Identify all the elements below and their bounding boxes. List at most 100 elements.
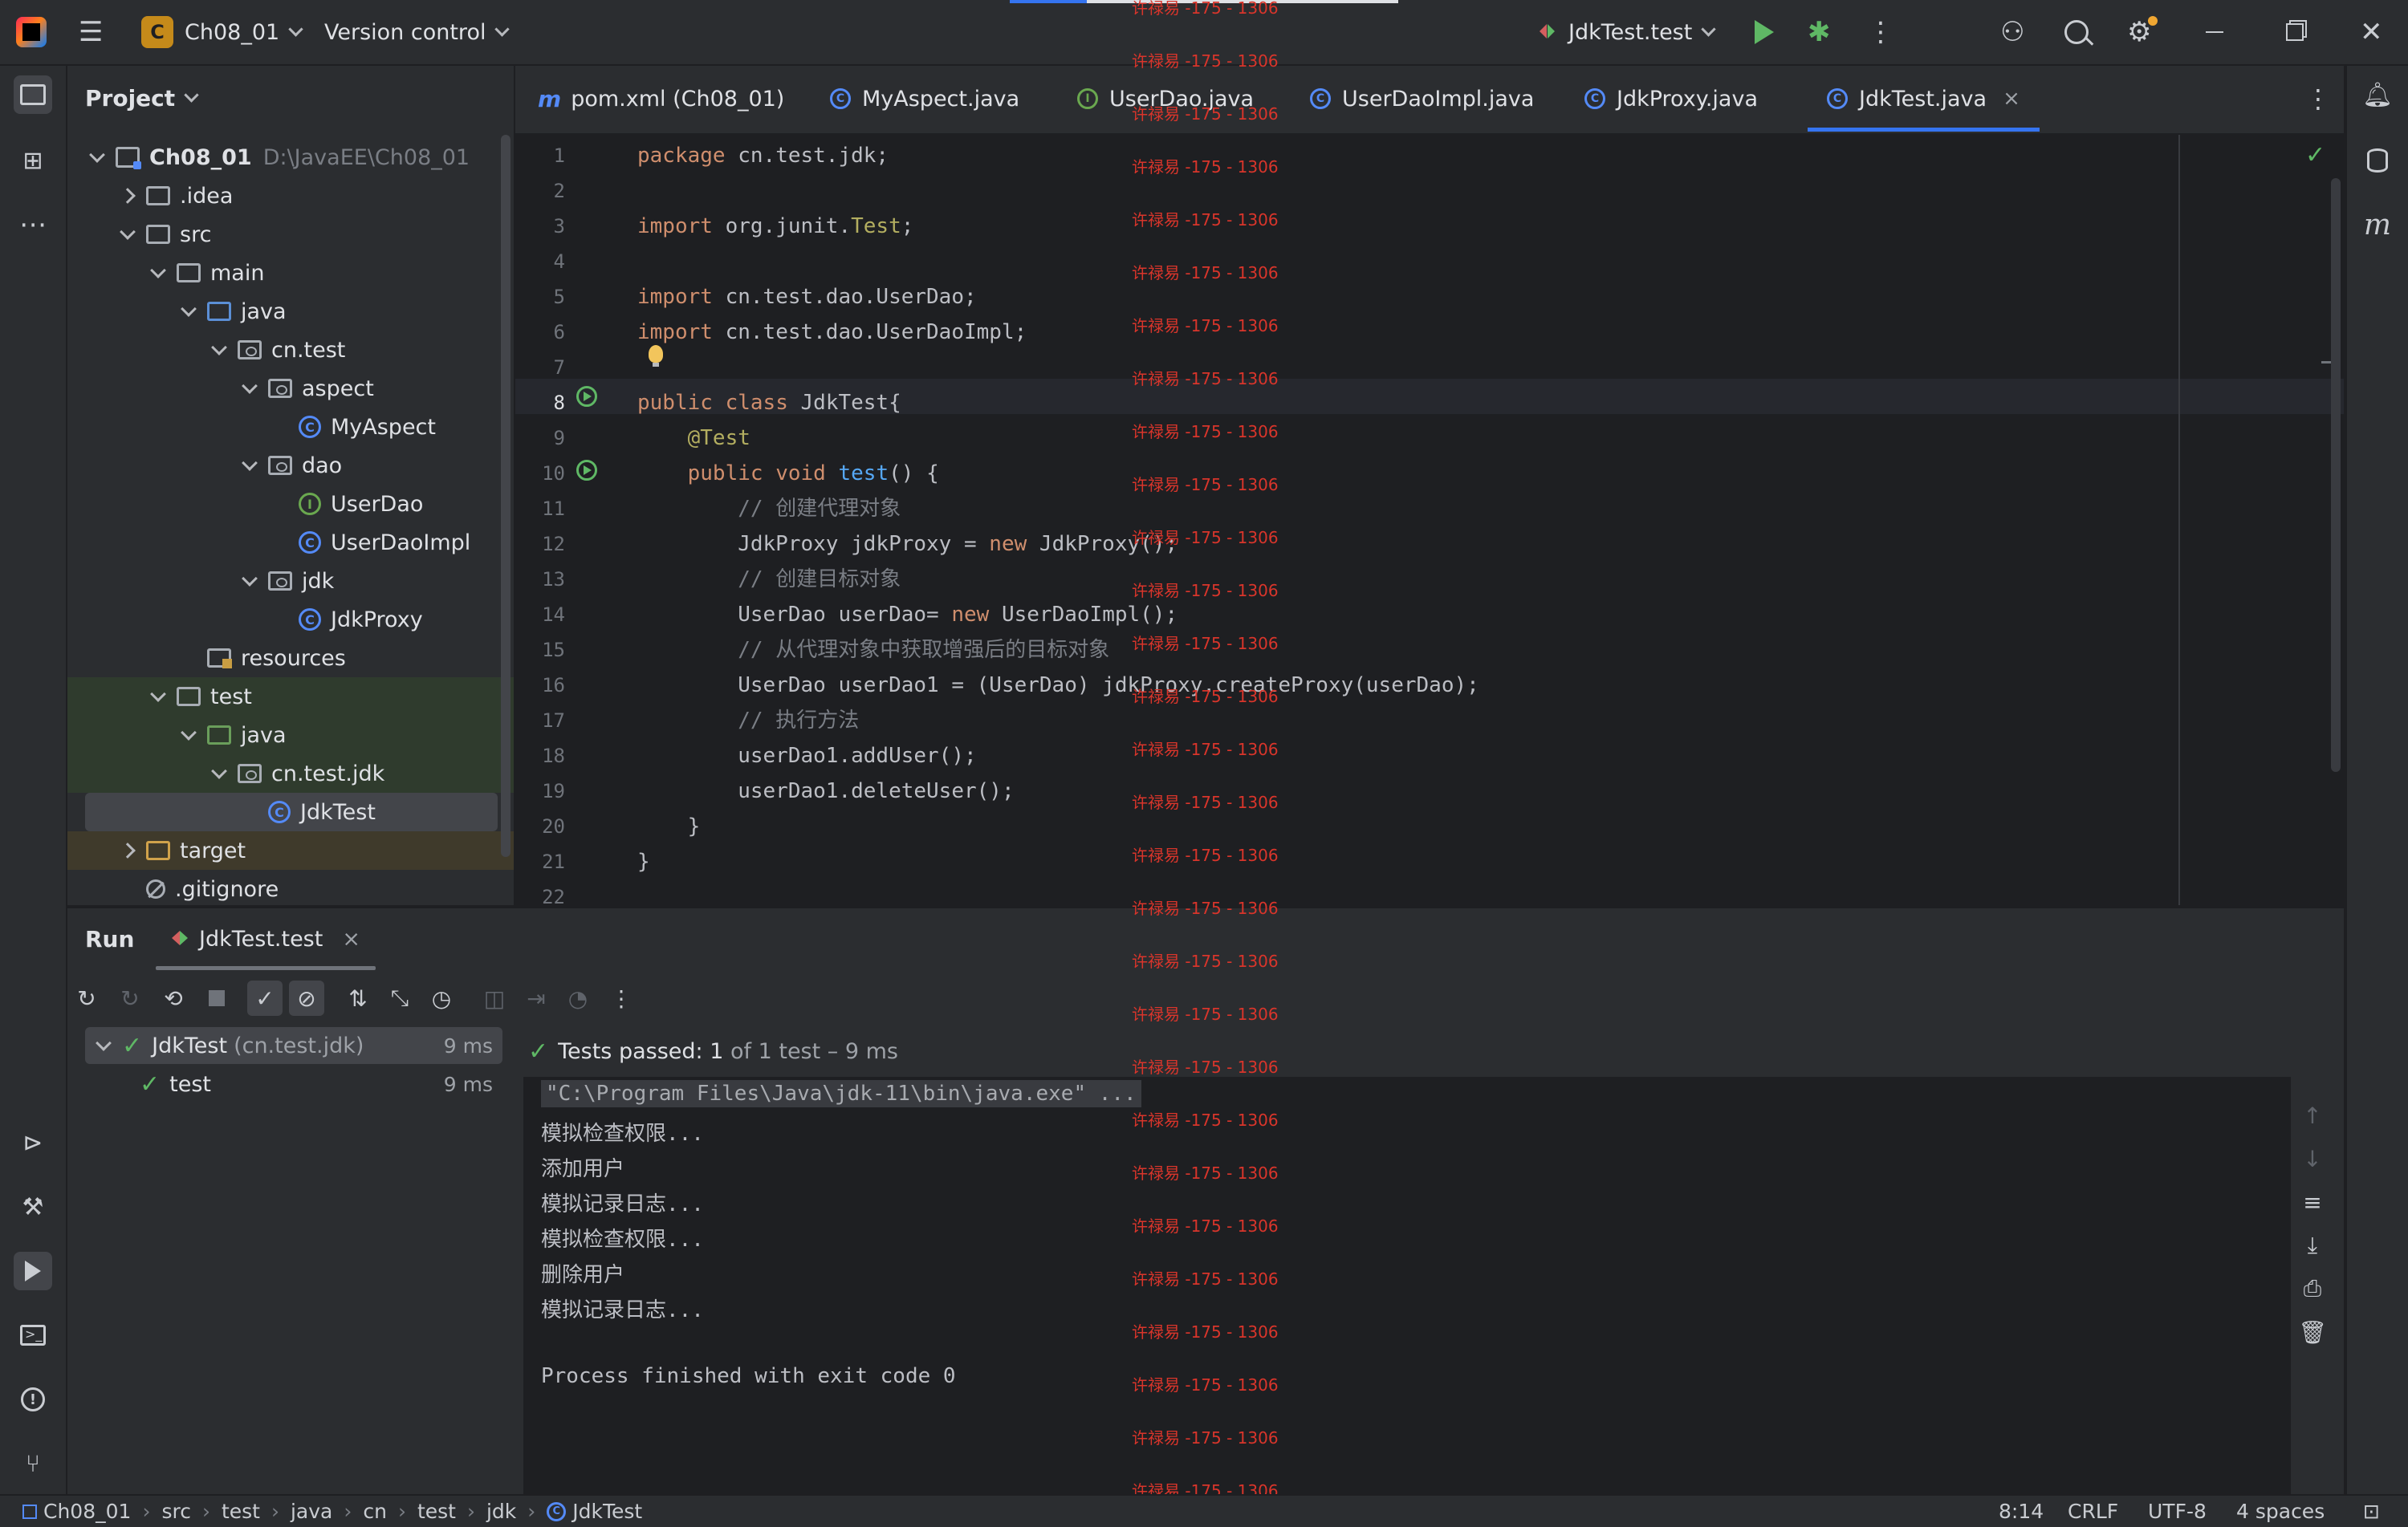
tree-item[interactable]: test xyxy=(67,677,514,716)
code-line[interactable]: public class JdkTest{ xyxy=(637,385,901,420)
code-line[interactable]: userDao1.deleteUser(); xyxy=(637,774,1014,809)
stop-button[interactable] xyxy=(199,981,234,1016)
toggle-auto-test-button[interactable]: ⟲ xyxy=(156,981,191,1016)
code-line[interactable]: @Test xyxy=(637,420,750,456)
code-line[interactable]: } xyxy=(637,844,650,879)
code-line[interactable]: // 创建目标对象 xyxy=(637,562,901,597)
close-tab-icon[interactable]: × xyxy=(342,927,360,952)
test-result-item[interactable]: ✓ test 9 ms xyxy=(85,1066,502,1103)
console-output[interactable]: "C:\Program Files\Java\jdk-11\bin\java.e… xyxy=(523,1077,2291,1494)
editor-tab[interactable]: C JdkTest.java × xyxy=(1808,66,2040,132)
caret-position[interactable]: 8:14 xyxy=(1999,1496,2044,1527)
import-button[interactable]: ⇥ xyxy=(519,981,554,1016)
code-line[interactable]: // 执行方法 xyxy=(637,703,859,738)
chevron-down-icon[interactable] xyxy=(239,462,260,469)
tree-item[interactable]: .gitignore xyxy=(67,870,514,908)
chevron-down-icon[interactable] xyxy=(178,308,199,315)
chevron-down-icon[interactable] xyxy=(209,347,230,353)
code-line[interactable]: package cn.test.jdk; xyxy=(637,138,889,173)
breadcrumb-item[interactable]: java xyxy=(291,1500,332,1523)
history-button[interactable]: ◷ xyxy=(424,981,459,1016)
debug-button[interactable]: ✱ xyxy=(1808,0,1831,64)
chevron-down-icon[interactable] xyxy=(93,1042,114,1049)
tree-item[interactable]: C JdkTest xyxy=(85,793,498,831)
build-tool-button[interactable]: ⚒ xyxy=(14,1188,52,1226)
run-more-button[interactable]: ⋮ xyxy=(604,981,639,1016)
vcs-widget[interactable]: Version control xyxy=(324,0,510,64)
code-line[interactable]: import cn.test.dao.UserDao; xyxy=(637,279,977,315)
settings-button[interactable]: ⚙ xyxy=(2127,0,2158,64)
code-line[interactable]: public void test() { xyxy=(637,456,939,491)
tree-item[interactable]: resources xyxy=(67,639,514,677)
console-line[interactable]: 模拟记录日志... xyxy=(541,1293,704,1323)
close-tab-icon[interactable]: × xyxy=(2003,87,2020,111)
console-line[interactable]: 删除用户 xyxy=(541,1258,624,1288)
tree-item[interactable]: C JdkProxy xyxy=(67,600,514,639)
structure-tool-button[interactable]: ⊞ xyxy=(14,141,52,180)
coverage-button[interactable]: ◔ xyxy=(560,981,596,1016)
minimize-button[interactable] xyxy=(2206,0,2223,64)
chevron-down-icon[interactable] xyxy=(239,385,260,392)
scroll-down-button[interactable]: ↓ xyxy=(2292,1141,2333,1176)
code-with-me-button[interactable]: ⚇ xyxy=(2000,0,2024,64)
clear-console-button[interactable]: 🗑︎ xyxy=(2292,1314,2333,1350)
search-everywhere-button[interactable] xyxy=(2064,0,2094,64)
restore-button[interactable] xyxy=(2286,0,2304,64)
editor-tab[interactable]: C MyAspect.java xyxy=(830,66,1019,132)
code-line[interactable]: } xyxy=(637,809,701,844)
code-line[interactable]: UserDao userDao1 = (UserDao) jdkProxy.cr… xyxy=(637,668,1479,703)
tree-item[interactable]: dao xyxy=(67,446,514,485)
collapse-button[interactable]: ⤡ xyxy=(382,981,417,1016)
tree-item[interactable]: target xyxy=(67,831,514,870)
chevron-down-icon[interactable] xyxy=(148,270,169,276)
console-command[interactable]: "C:\Program Files\Java\jdk-11\bin\java.e… xyxy=(541,1080,1141,1107)
code-editor[interactable]: 1 2 3 4 5 6 7 8 9 10 11 12 13 14 15 16 17 18 19 20 21 22 pack… xyxy=(515,135,2344,905)
console-line[interactable]: Process finished with exit code 0 xyxy=(541,1364,956,1388)
code-line[interactable]: // 创建代理对象 xyxy=(637,491,901,526)
project-switcher[interactable]: C Ch08_01 xyxy=(141,0,303,64)
tree-item[interactable]: main xyxy=(67,254,514,292)
maven-tool-button[interactable]: m xyxy=(2358,205,2397,244)
editor-tab[interactable]: C UserDaoImpl.java xyxy=(1310,66,1534,132)
console-line[interactable]: "C:\Program Files\Java\jdk-11\bin\java.e… xyxy=(541,1080,1141,1107)
editor-scrollbar[interactable] xyxy=(2331,178,2341,772)
tree-item[interactable]: C UserDaoImpl xyxy=(67,523,514,562)
project-scrollbar[interactable] xyxy=(501,135,510,857)
console-line[interactable]: 添加用户 xyxy=(541,1152,624,1182)
lightbulb-icon[interactable] xyxy=(649,345,663,367)
lock-icon[interactable]: ⊡ xyxy=(2363,1496,2380,1527)
console-line[interactable]: 模拟检查权限... xyxy=(541,1223,704,1253)
console-line[interactable]: 模拟记录日志... xyxy=(541,1188,704,1217)
scroll-up-button[interactable]: ↑ xyxy=(2292,1098,2333,1133)
scroll-to-end-button[interactable]: ⤓ xyxy=(2292,1228,2333,1263)
tree-item[interactable]: java xyxy=(67,292,514,331)
console-line[interactable]: 模拟检查权限... xyxy=(541,1117,704,1147)
test-result-item[interactable]: ✓ JdkTest (cn.test.jdk) 9 ms xyxy=(85,1027,502,1064)
tree-item[interactable]: jdk xyxy=(67,562,514,600)
chevron-down-icon[interactable] xyxy=(117,231,138,238)
chevron-right-icon[interactable] xyxy=(117,190,138,201)
sort-button[interactable]: ⇅ xyxy=(340,981,376,1016)
print-button[interactable]: ⎙ xyxy=(2292,1271,2333,1306)
breadcrumb-item[interactable]: src xyxy=(161,1500,191,1523)
chevron-down-icon[interactable] xyxy=(148,693,169,700)
run-class-gutter-icon[interactable] xyxy=(576,386,597,407)
notifications-button[interactable]: 🔔︎ xyxy=(2358,75,2397,114)
tree-item[interactable]: cn.test.jdk xyxy=(67,754,514,793)
breadcrumb-item[interactable]: jdk xyxy=(486,1500,516,1523)
run-tool-button[interactable] xyxy=(14,1252,52,1290)
inspection-ok-icon[interactable]: ✓ xyxy=(2305,141,2325,169)
code-line[interactable]: import org.junit.Test; xyxy=(637,209,913,244)
export-button[interactable]: ◫ xyxy=(477,981,512,1016)
more-actions-button[interactable]: ⋮ xyxy=(1867,0,1894,64)
rerun-button[interactable]: ↻ xyxy=(69,981,104,1016)
project-tool-button[interactable] xyxy=(14,75,52,114)
intellij-logo-icon[interactable] xyxy=(16,17,47,47)
tree-item[interactable]: I UserDao xyxy=(67,485,514,523)
more-tools-button[interactable]: ⋯ xyxy=(14,205,52,244)
project-panel-header[interactable]: Project xyxy=(85,66,199,130)
run-tab-jdktest[interactable]: JdkTest.test × xyxy=(170,908,360,969)
tab-list-button[interactable]: ⋮ xyxy=(2305,66,2331,132)
chevron-right-icon[interactable] xyxy=(117,845,138,856)
tree-item[interactable]: Ch08_01 D:\JavaEE\Ch08_01 xyxy=(67,138,514,177)
